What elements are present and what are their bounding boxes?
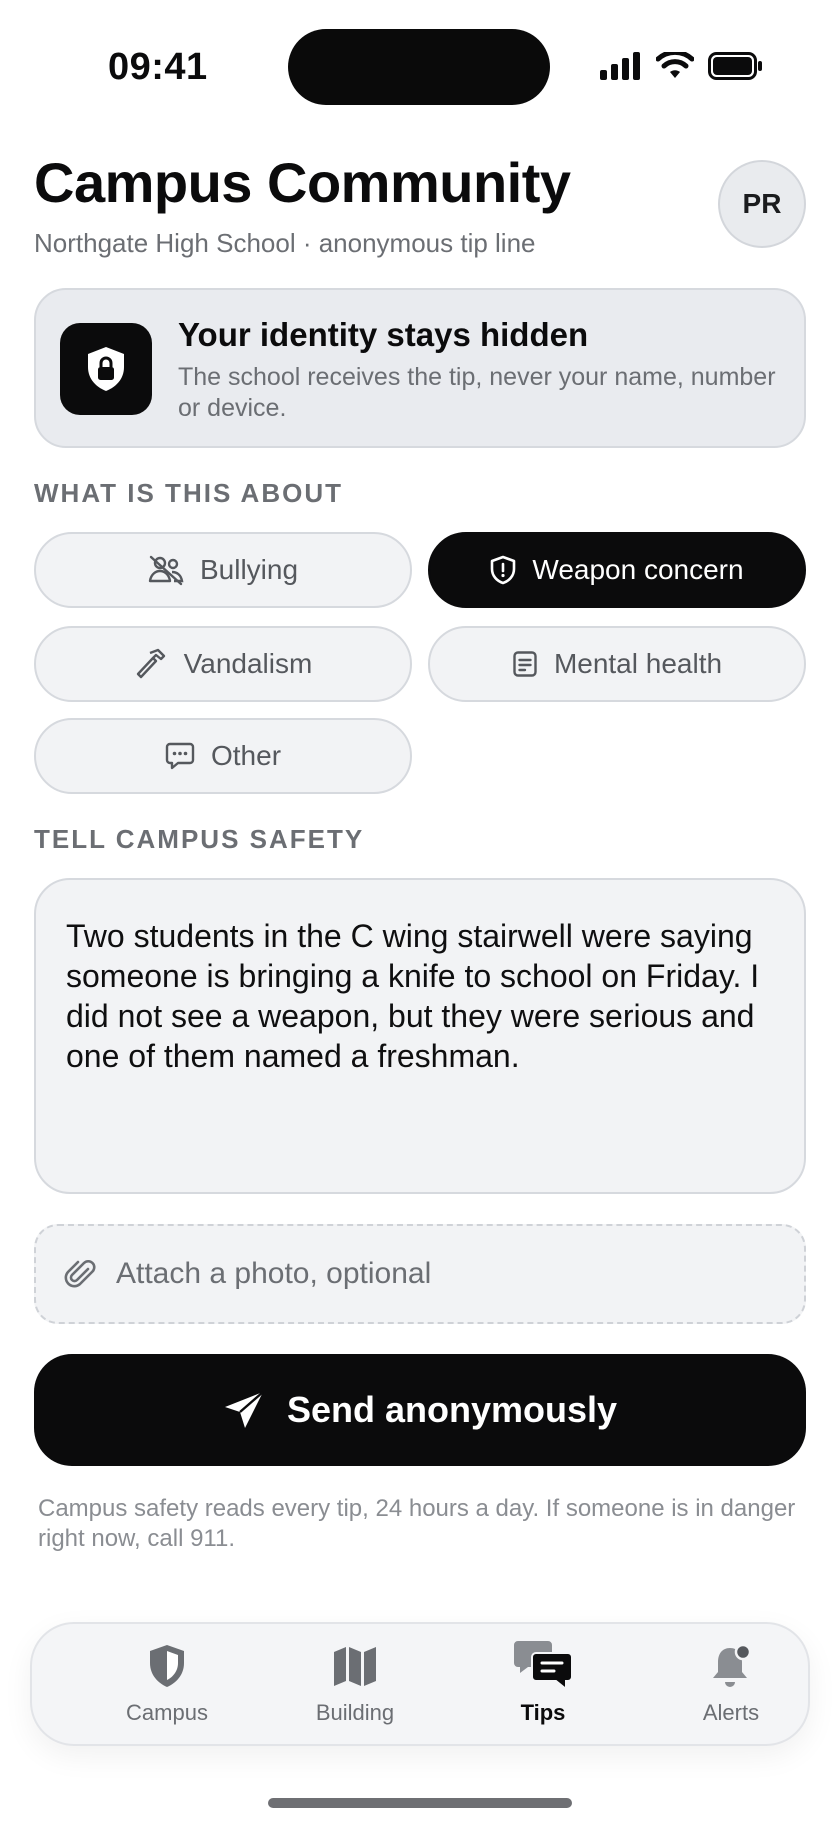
chip-label: Vandalism	[183, 648, 313, 679]
shield-alert-icon	[491, 555, 516, 585]
shield-lock-icon	[60, 323, 152, 415]
map-icon	[334, 1647, 376, 1686]
chat-bubbles-icon	[514, 1641, 573, 1692]
tab-label: Tips	[520, 1700, 566, 1725]
send-icon	[224, 1391, 264, 1428]
category-section-label: WHAT IS THIS ABOUT	[34, 478, 343, 508]
battery-icon	[708, 52, 762, 80]
send-label: Send anonymously	[286, 1389, 618, 1430]
cellular-signal-icon	[600, 52, 640, 80]
bell-icon	[713, 1643, 752, 1687]
chat-dots-icon	[165, 742, 195, 770]
chip-mental-health[interactable]: Mental health	[428, 626, 806, 702]
message-section-label: TELL CAMPUS SAFETY	[34, 824, 365, 854]
tab-label: Campus	[126, 1700, 208, 1725]
safety-footnote: Campus safety reads every tip, 24 hours …	[38, 1495, 796, 1552]
status-bar: 09:41	[0, 0, 840, 130]
identity-body: The school receives the tip, never your …	[178, 363, 776, 422]
tab-label: Building	[315, 1700, 395, 1725]
tab-tips[interactable]: Tips	[468, 1638, 618, 1738]
chip-other[interactable]: Other	[34, 718, 412, 794]
tab-label: Alerts	[702, 1700, 760, 1725]
send-anonymously-button[interactable]: Send anonymously	[34, 1354, 806, 1466]
dynamic-island	[288, 29, 550, 105]
wifi-icon	[656, 52, 694, 78]
hammer-icon	[136, 648, 165, 679]
identity-title: Your identity stays hidden	[178, 316, 589, 353]
tip-textarea[interactable]: Two students in the C wing stairwell wer…	[34, 878, 806, 1194]
home-indicator	[268, 1798, 572, 1808]
chip-label: Weapon concern	[532, 554, 744, 585]
tab-alerts[interactable]: Alerts	[656, 1638, 806, 1738]
journal-icon	[513, 651, 537, 677]
tab-building[interactable]: Building	[280, 1638, 430, 1738]
attach-photo-button[interactable]: Attach a photo, optional	[34, 1224, 806, 1324]
people-off-icon	[148, 555, 184, 586]
page-title: Campus Community	[34, 151, 571, 214]
paperclip-icon	[64, 1260, 96, 1288]
status-icons	[600, 52, 764, 80]
chip-label: Bullying	[199, 554, 299, 585]
tab-campus[interactable]: Campus	[92, 1638, 242, 1738]
shield-icon	[150, 1645, 184, 1687]
avatar[interactable]: PR	[718, 160, 806, 248]
status-time: 09:41	[108, 46, 208, 88]
tip-text: Two students in the C wing stairwell wer…	[66, 918, 760, 1074]
chip-weapon-concern[interactable]: Weapon concern	[428, 532, 806, 608]
chip-label: Mental health	[553, 648, 723, 679]
identity-notice-card: Your identity stays hidden The school re…	[34, 288, 806, 448]
attach-label: Attach a photo, optional	[116, 1257, 432, 1290]
chip-vandalism[interactable]: Vandalism	[34, 626, 412, 702]
chip-label: Other	[210, 740, 282, 771]
chip-bullying[interactable]: Bullying	[34, 532, 412, 608]
tab-bar: Campus Building Tips Alerts	[30, 1622, 810, 1746]
page-subtitle: Northgate High School · anonymous tip li…	[34, 228, 536, 258]
